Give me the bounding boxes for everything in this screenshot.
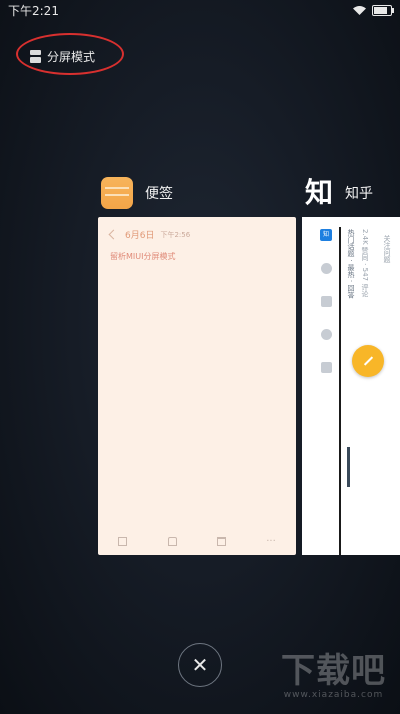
note-date: 6月6日 xyxy=(125,231,155,241)
notes-app-icon xyxy=(101,177,133,209)
share-icon xyxy=(118,537,128,546)
shirt-icon xyxy=(167,537,177,546)
note-time: 下午2:56 xyxy=(160,230,191,239)
split-screen-mode-button[interactable]: 分屏模式 xyxy=(30,45,95,67)
note-app-card[interactable]: 6月6日 下午2:56 留析MIUI分屏模式 ··· xyxy=(98,217,296,555)
status-time: 下午2:21 xyxy=(8,3,59,18)
close-icon: ✕ xyxy=(191,653,209,677)
zhihu-logo-icon: 知 xyxy=(320,229,332,241)
zhihu-app-card[interactable]: 知 热门话题 · 最热 · 回答 2.4K 赞同 · 547 评论 关注问题 xyxy=(302,217,400,555)
status-bar: 下午2:21 xyxy=(0,0,400,20)
split-screen-label: 分屏模式 xyxy=(47,49,96,64)
zhihu-sidebar: 知 xyxy=(318,229,334,373)
explore-icon xyxy=(320,263,332,274)
wifi-icon xyxy=(353,5,366,15)
zhihu-divider xyxy=(339,227,341,555)
edit-icon[interactable] xyxy=(352,345,384,377)
trash-icon xyxy=(216,537,226,546)
close-all-button[interactable]: ✕ xyxy=(178,643,222,687)
split-screen-icon xyxy=(30,49,41,63)
topic-icon xyxy=(320,296,332,307)
watermark-url: www.xiazaiba.com xyxy=(283,690,384,700)
zhihu-app-icon: 知 xyxy=(305,176,334,209)
more-icon: ··· xyxy=(266,536,276,547)
menu-icon xyxy=(320,362,332,373)
watermark-logo: 下载吧 xyxy=(281,651,386,691)
watermark: 下载吧 www.xiazaiba.com xyxy=(281,652,386,700)
status-icons xyxy=(353,4,394,16)
notification-icon xyxy=(320,329,332,340)
zhihu-column-b: 2.4K 赞同 · 547 评论 xyxy=(361,229,369,298)
note-app-name: 便签 xyxy=(145,186,173,202)
zhihu-column-a: 热门话题 · 最热 · 回答 xyxy=(347,229,355,299)
zhihu-accent-bar xyxy=(347,447,350,487)
note-toolbar: ··· xyxy=(98,536,296,547)
zhihu-card-header: 知 知乎 xyxy=(305,177,373,209)
zhihu-app-name: 知乎 xyxy=(345,186,374,202)
note-content: 留析MIUI分屏模式 xyxy=(110,252,176,261)
back-icon xyxy=(108,229,119,240)
note-card-header: 便签 xyxy=(101,177,173,209)
zhihu-column-c: 关注问题 xyxy=(383,235,391,263)
battery-icon xyxy=(372,4,394,16)
note-header: 6月6日 下午2:56 xyxy=(98,217,296,241)
